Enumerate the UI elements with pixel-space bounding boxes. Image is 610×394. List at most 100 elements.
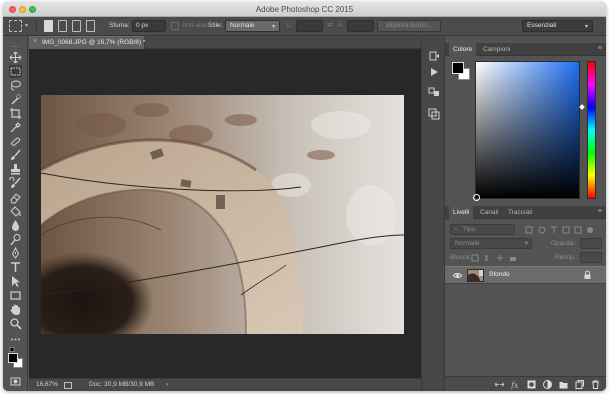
layer-filter-select[interactable]: ⌕ Tipo [450, 224, 515, 235]
layer-name: Sfondo [489, 271, 510, 278]
width-label: L: [287, 22, 293, 29]
color-panel-tabs: Colore Campioni ≡ [445, 43, 606, 56]
title-bar: Adobe Photoshop CC 2015 [3, 2, 606, 17]
photoshop-window: Adobe Photoshop CC 2015 ▾ Sfuma: 0 px An… [3, 2, 606, 391]
intersect-selection-icon[interactable] [86, 20, 95, 32]
eraser-tool-icon[interactable] [9, 191, 22, 204]
panel-menu-icon[interactable]: ≡ [598, 208, 602, 215]
refine-edge-button[interactable]: Migliora bordo... [377, 20, 441, 32]
chevron-down-icon[interactable]: ▾ [25, 20, 28, 32]
close-tab-icon[interactable]: × [33, 38, 37, 45]
crop-tool-icon[interactable] [9, 107, 22, 120]
right-panels: Colore Campioni ≡ Livelli Canali Traccia… [445, 36, 606, 391]
width-input[interactable] [296, 20, 323, 32]
marquee-preset-icon[interactable] [9, 20, 22, 32]
lock-icon [583, 270, 592, 280]
layer-filter-icons [525, 226, 595, 234]
antialias-label: Anti-alias [182, 22, 209, 29]
feather-label: Sfuma: [109, 22, 130, 29]
status-menu-arrow[interactable]: › [166, 381, 168, 388]
zoom-level[interactable]: 16,67% [36, 381, 58, 388]
options-bar: ▾ Sfuma: 0 px Anti-alias Stile: Normale … [3, 17, 606, 36]
lasso-tool-icon[interactable] [9, 79, 22, 92]
feather-input[interactable]: 0 px [132, 20, 166, 32]
blend-mode-select[interactable]: Normale ▾ [450, 238, 532, 249]
type-tool-icon[interactable] [9, 261, 22, 274]
history-brush-tool-icon[interactable] [9, 176, 22, 190]
blur-tool-icon[interactable] [9, 219, 22, 232]
foreground-color-swatch[interactable] [8, 353, 18, 363]
swap-icon[interactable]: ⇄ [327, 20, 333, 32]
color-picker-handle[interactable] [473, 194, 480, 201]
chevron-down-icon: ▾ [271, 24, 275, 30]
new-selection-icon[interactable] [44, 20, 53, 32]
eye-icon[interactable] [452, 271, 463, 280]
document-image[interactable] [41, 95, 404, 334]
tab-swatches[interactable]: Campioni [479, 43, 514, 56]
opacity-input[interactable] [580, 238, 602, 249]
chevron-down-icon: ▾ [584, 24, 588, 30]
tab-paths[interactable]: Tracciati [504, 206, 536, 219]
paint-bucket-tool-icon[interactable] [9, 205, 22, 218]
clone-stamp-tool-icon[interactable] [9, 163, 22, 176]
workspace-select[interactable]: Essenziali ▾ [522, 20, 593, 32]
height-input[interactable] [347, 20, 374, 32]
style-select[interactable]: Normale ▾ [225, 20, 280, 32]
hue-slider[interactable] [587, 61, 596, 199]
subtract-selection-icon[interactable] [72, 20, 81, 32]
default-colors-icon[interactable] [9, 344, 22, 352]
opacity-label: Opacità: [551, 240, 576, 247]
panel-menu-icon[interactable]: ≡ [598, 45, 602, 52]
svg-text:fx: fx [511, 381, 519, 389]
layer-row[interactable]: Sfondo [445, 266, 606, 284]
new-group-icon[interactable] [559, 380, 568, 389]
rectangular-marquee-tool-icon[interactable] [9, 65, 22, 78]
canvas-area[interactable] [29, 49, 421, 378]
lock-label: Blocca: [450, 254, 472, 261]
blend-mode-value: Normale [455, 240, 480, 247]
fill-input[interactable] [580, 252, 602, 263]
color-field[interactable] [473, 61, 580, 201]
play-actions-icon[interactable] [428, 66, 440, 78]
delete-layer-icon[interactable] [591, 380, 600, 389]
tools-panel [3, 36, 28, 391]
eyedropper-tool-icon[interactable] [9, 121, 22, 134]
healing-brush-tool-icon[interactable] [9, 135, 22, 148]
panel-grip-icon[interactable] [9, 40, 22, 47]
move-tool-icon[interactable] [9, 51, 22, 64]
document-tab[interactable]: × IMG_0068.JPG @ 16,7% (RGB/8) * [29, 36, 145, 49]
add-mask-icon[interactable] [527, 380, 536, 389]
new-layer-icon[interactable] [575, 380, 584, 389]
quick-selection-tool-icon[interactable] [9, 93, 22, 106]
tab-layers[interactable]: Livelli [449, 206, 474, 219]
link-layers-icon[interactable] [495, 380, 504, 389]
quick-mask-icon[interactable] [9, 375, 22, 388]
add-to-selection-icon[interactable] [58, 20, 67, 32]
path-selection-tool-icon[interactable] [9, 275, 22, 288]
layers-footer: fx [445, 376, 606, 391]
hand-tool-icon[interactable] [9, 303, 22, 316]
antialias-checkbox[interactable] [171, 22, 179, 30]
chevron-down-icon: ▾ [524, 240, 528, 247]
brush-tool-icon[interactable] [9, 149, 22, 162]
document-tab-label: IMG_0068.JPG @ 16,7% (RGB/8) * [42, 39, 146, 46]
zoom-tool-icon[interactable] [9, 317, 22, 330]
export-icon[interactable] [64, 382, 72, 389]
workspace-value: Essenziali [527, 22, 557, 29]
tab-strip [145, 36, 421, 49]
dodge-tool-icon[interactable] [9, 233, 22, 246]
pen-tool-icon[interactable] [9, 246, 22, 260]
tab-color[interactable]: Colore [449, 43, 477, 56]
more-tools-icon[interactable] [9, 333, 22, 341]
history-panel-icon[interactable] [428, 50, 440, 62]
adjustments-panel-icon[interactable] [428, 86, 440, 98]
layer-style-icon[interactable]: fx [510, 380, 520, 390]
lock-options-icons[interactable] [471, 254, 527, 262]
color-panel-foreground-swatch[interactable] [452, 62, 464, 74]
tab-channels[interactable]: Canali [476, 206, 502, 219]
adjustment-layer-icon[interactable] [543, 380, 552, 389]
properties-panel-icon[interactable] [428, 108, 440, 120]
fill-label: Riemp.: [555, 254, 578, 261]
hue-marker[interactable] [579, 104, 585, 110]
rectangle-tool-icon[interactable] [9, 289, 22, 302]
